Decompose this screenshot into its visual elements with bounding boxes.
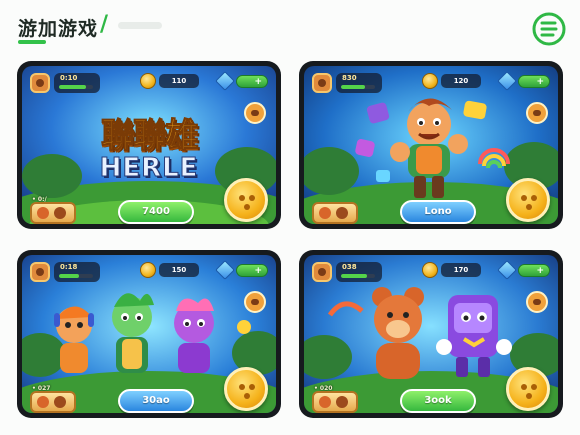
game-logo-en: HERLE [99,153,199,184]
add-gems-button[interactable]: + [518,263,550,277]
joystick-button[interactable] [224,367,268,411]
player-stat-value: 0:10 [60,74,78,82]
joystick-button[interactable] [506,178,550,222]
coin-icon [140,262,156,278]
game-screen-3: 0:18 150 + • 027 30ao [22,255,276,413]
avatar-icon[interactable] [30,73,50,93]
side-avatar-icon[interactable] [526,102,548,124]
player-stat: 0:10 [54,73,100,93]
game-card-3[interactable]: 0:18 150 + • 027 30ao [17,250,281,418]
health-bar [59,85,93,89]
gem-icon [215,260,235,280]
coin-counter: 120 [422,72,481,90]
joystick-button[interactable] [224,178,268,222]
coin-icon [422,73,438,89]
character-select-button[interactable] [312,391,358,413]
play-button[interactable]: 30ao [118,389,194,413]
health-bar-fill [59,85,87,89]
joystick-dot [249,384,255,390]
add-gems-button[interactable]: + [236,263,268,277]
play-button[interactable]: 3ook [400,389,476,413]
gem-counter: + [497,71,550,91]
gem-icon [215,71,235,91]
health-bar [341,274,375,278]
play-button[interactable]: 7400 [118,200,194,224]
side-avatar-icon[interactable] [244,102,266,124]
gem-counter: + [215,260,268,280]
joystick-dot [521,384,527,390]
coin-count: 110 [159,74,199,88]
header: 游加游戏 / [0,0,580,56]
joystick-dot [531,384,537,390]
health-bar-fill [59,274,80,278]
title-underline [18,40,46,44]
game-card-1[interactable]: 0:10 110 + 聯聯雄 HERLE • 0:/ 7400 [17,61,281,229]
player-hud: 0:10 [30,72,100,94]
game-screen-4: 038 170 + • 020 3ook [304,255,558,413]
joystick-dot [526,393,532,399]
coin-counter: 110 [140,72,199,90]
subtitle-placeholder [118,22,162,29]
avatar-icon[interactable] [312,73,332,93]
game-screen-2: 830 120 + Lono [304,66,558,224]
side-avatar-icon[interactable] [244,291,266,313]
gem-counter: + [215,71,268,91]
player-stat: 0:18 [54,262,100,282]
joystick-button[interactable] [506,367,550,411]
health-bar-fill [341,85,365,89]
joystick-dot [526,204,532,210]
joystick-dot [249,195,255,201]
play-button[interactable]: Lono [400,200,476,224]
coin-count: 120 [441,74,481,88]
player-stat: 830 [336,73,382,93]
health-bar-fill [341,274,367,278]
gem-icon [497,71,517,91]
joystick-dot [239,384,245,390]
joystick-dot [244,204,250,210]
player-hud: 830 [312,72,382,94]
add-gems-button[interactable]: + [518,74,550,88]
player-hud: 038 [312,261,382,283]
title-separator: / [100,12,109,37]
player-stat-value: 038 [342,263,357,271]
health-bar [59,274,93,278]
side-avatar-icon[interactable] [526,291,548,313]
gem-counter: + [497,260,550,280]
coin-counter: 150 [140,261,199,279]
page-title: 游加游戏 [18,18,99,40]
player-stat-value: 0:18 [60,263,78,271]
avatar-icon[interactable] [312,262,332,282]
game-logo: 聯聯雄 HERLE [64,108,234,184]
player-stat-value: 830 [342,74,357,82]
gem-icon [497,260,517,280]
coin-counter: 170 [422,261,481,279]
coin-icon [422,262,438,278]
coin-count: 150 [159,263,199,277]
player-hud: 0:18 [30,261,100,283]
game-logo-cn: 聯聯雄 [101,116,200,157]
avatar-icon[interactable] [30,262,50,282]
coin-count: 170 [441,263,481,277]
add-gems-button[interactable]: + [236,74,268,88]
character-select-button[interactable] [312,202,358,224]
player-stat: 038 [336,262,382,282]
character-select-button[interactable] [30,202,76,224]
page: 游加游戏 / 0:10 110 + 聯聯雄 HERLE • 0:/ 7400 8… [0,0,580,435]
joystick-dot [521,195,527,201]
health-bar [341,85,375,89]
character-select-button[interactable] [30,391,76,413]
coin-icon [140,73,156,89]
joystick-dot [239,195,245,201]
brand-logo-icon[interactable] [532,12,566,46]
game-card-4[interactable]: 038 170 + • 020 3ook [299,250,563,418]
joystick-dot [531,195,537,201]
game-screen-1: 0:10 110 + 聯聯雄 HERLE • 0:/ 7400 [22,66,276,224]
joystick-dot [244,393,250,399]
game-card-2[interactable]: 830 120 + Lono [299,61,563,229]
